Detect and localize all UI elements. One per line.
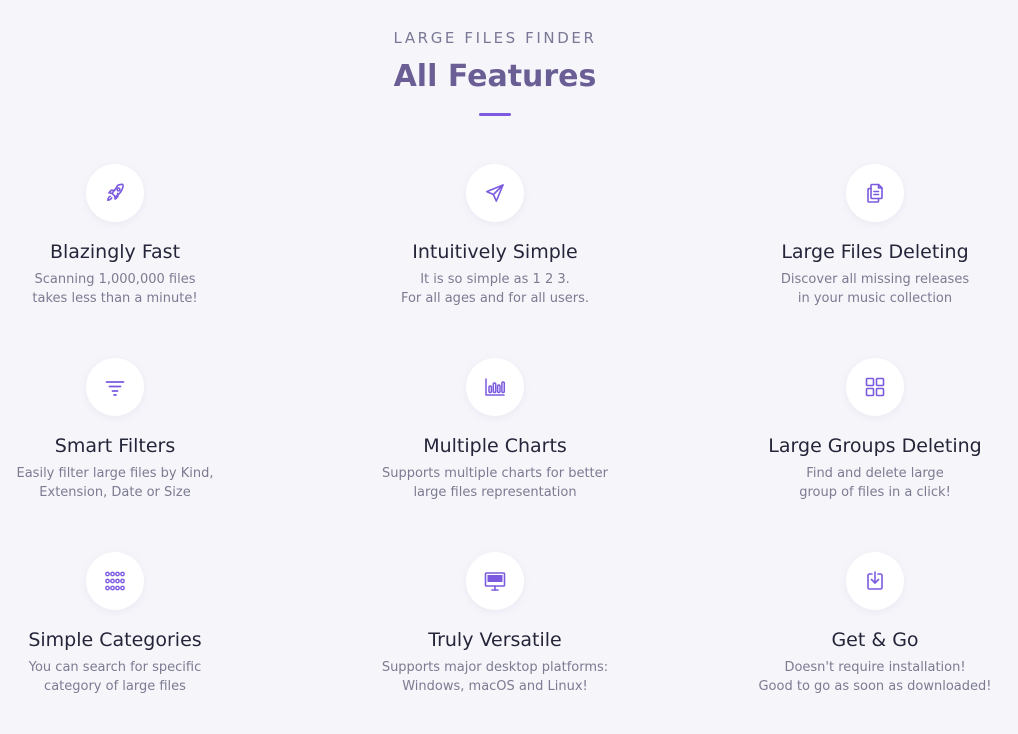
feature-description-line: in your music collection xyxy=(797,291,953,306)
monitor-icon xyxy=(466,552,524,610)
section-eyebrow: LARGE FILES FINDER xyxy=(393,29,597,47)
feature-title: Truly Versatile xyxy=(428,629,562,651)
feature-description-line: Windows, macOS and Linux! xyxy=(402,679,588,694)
feature-title: Large Groups Deleting xyxy=(768,435,982,457)
feature-description-line: category of large files xyxy=(44,679,186,694)
feature-description-line: For all ages and for all users. xyxy=(400,291,590,306)
feature-title: Simple Categories xyxy=(28,629,202,651)
copy-files-icon xyxy=(846,164,904,222)
feature-title: Get & Go xyxy=(831,629,919,651)
feature-title: Smart Filters xyxy=(54,435,176,457)
section-title: All Features xyxy=(393,59,597,94)
feature-description-line: Doesn't require installation! xyxy=(784,660,966,675)
feature-description-line: Extension, Date or Size xyxy=(39,485,191,500)
feature-description-line: large files representation xyxy=(413,485,577,500)
feature-description-line: Good to go as soon as downloaded! xyxy=(758,679,992,694)
feature-title: Intuitively Simple xyxy=(412,241,578,263)
dots-grid-icon xyxy=(86,552,144,610)
grid-icon xyxy=(846,358,904,416)
feature-description-line: Supports major desktop platforms: xyxy=(381,660,609,675)
feature-title: Large Files Deleting xyxy=(781,241,969,263)
feature-description-line: Easily filter large files by Kind, xyxy=(16,466,214,481)
feature-description-line: You can search for specific xyxy=(28,660,202,675)
feature-description-line: Scanning 1,000,000 files xyxy=(34,272,196,287)
feature-description-line: Find and delete large xyxy=(806,466,944,481)
feature-description-line: takes less than a minute! xyxy=(32,291,198,306)
rocket-icon xyxy=(86,164,144,222)
download-icon xyxy=(846,552,904,610)
feature-description-line: Discover all missing releases xyxy=(780,272,970,287)
feature-description-line: It is so simple as 1 2 3. xyxy=(420,272,570,287)
title-divider xyxy=(479,113,511,116)
feature-description-line: Supports multiple charts for better xyxy=(381,466,608,481)
feature-title: Blazingly Fast xyxy=(49,241,181,263)
bar-chart-icon xyxy=(466,358,524,416)
filter-icon xyxy=(86,358,144,416)
paper-plane-icon xyxy=(466,164,524,222)
feature-description-line: group of files in a click! xyxy=(799,485,951,500)
feature-title: Multiple Charts xyxy=(423,435,567,457)
